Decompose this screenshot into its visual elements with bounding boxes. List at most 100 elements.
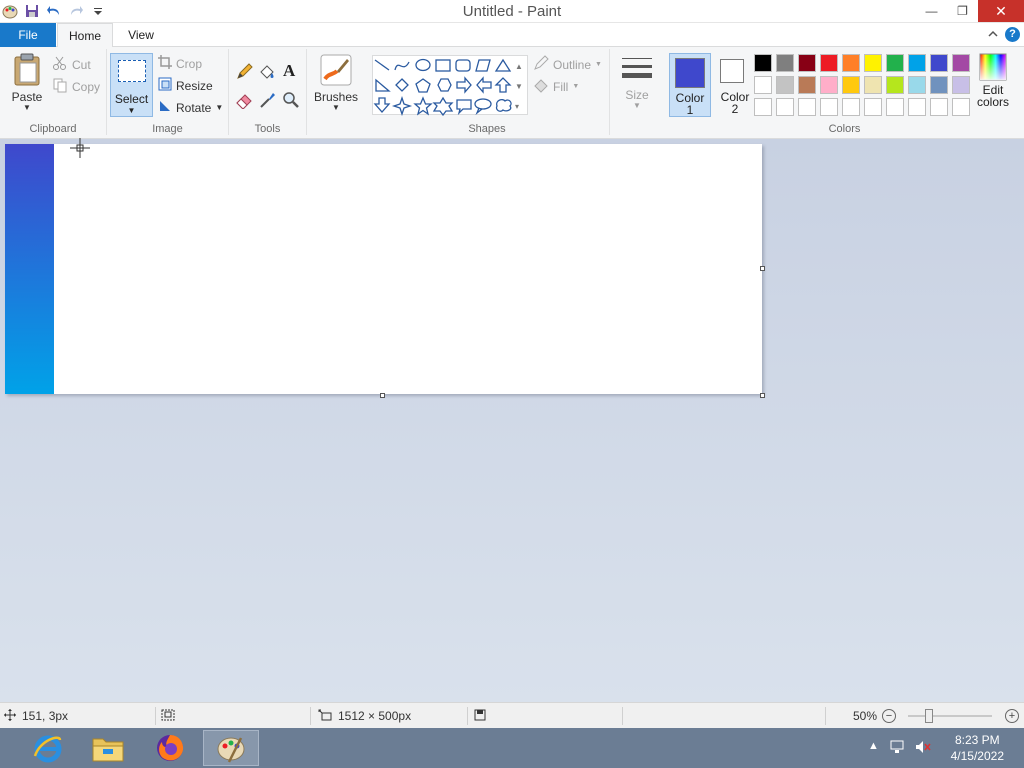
file-explorer-icon[interactable] [80,730,136,766]
resize-handle-corner[interactable] [760,393,765,398]
zoom-in-button[interactable]: + [1005,709,1019,723]
brush-icon [319,53,353,90]
brushes-label: Brushes [313,90,359,104]
tab-view[interactable]: View [114,23,168,47]
crosshair-cursor-icon [70,138,90,161]
taskbar-clock[interactable]: 8:23 PM 4/15/2022 [951,732,1004,764]
line-shape-icon [374,59,390,71]
resize-handle-bottom[interactable] [380,393,385,398]
shapes-scroll-controls[interactable]: ▲ ▼ ▾ [515,57,523,117]
palette-swatch[interactable] [842,54,860,72]
color-picker-icon[interactable] [259,91,277,112]
palette-swatch[interactable] [886,98,904,116]
palette-swatch[interactable] [820,54,838,72]
rectangle-shape-icon [435,59,451,72]
paint-taskbar-icon[interactable] [203,730,259,766]
up-arrow-shape-icon [494,77,512,93]
palette-swatch[interactable] [930,54,948,72]
image-size-text: 1512 × 500px [338,709,412,723]
copy-label: Copy [72,79,101,94]
image-size-icon [318,709,332,724]
eraser-icon[interactable] [235,91,253,112]
palette-swatch[interactable] [908,98,926,116]
close-button[interactable]: ✕ [978,0,1024,22]
palette-swatch[interactable] [886,76,904,94]
drawing-canvas[interactable] [5,144,762,394]
help-icon[interactable]: ? [1005,27,1020,42]
color2-button[interactable]: Color 2 [714,53,756,117]
palette-swatch[interactable] [908,54,926,72]
palette-swatch[interactable] [864,54,882,72]
collapse-ribbon-icon[interactable] [987,28,999,42]
shapes-gallery[interactable] [372,55,528,116]
pencil-icon[interactable] [235,63,253,84]
palette-swatch[interactable] [930,98,948,116]
copy-button[interactable]: Copy [52,77,100,96]
color1-button[interactable]: Color 1 [669,53,711,117]
paste-button[interactable]: Paste ▼ [6,53,48,112]
tools-group-label: Tools [254,123,281,135]
canvas-workspace[interactable] [0,138,1024,702]
palette-swatch[interactable] [798,54,816,72]
show-hidden-icons-icon[interactable]: ▲ [868,740,879,757]
volume-muted-icon[interactable] [915,740,931,757]
tools-group: A Tools [229,49,307,135]
paste-dropdown-icon[interactable]: ▼ [6,104,48,112]
rotate-icon [158,99,172,116]
zoom-slider-thumb[interactable] [925,709,933,723]
palette-swatch[interactable] [798,76,816,94]
crop-button[interactable]: Crop [158,55,202,72]
firefox-icon[interactable] [142,730,198,766]
status-bar: 151, 3px 1512 × 500px 50% − + [0,702,1024,728]
text-tool-icon[interactable]: A [283,61,295,81]
palette-swatch[interactable] [820,76,838,94]
palette-swatch[interactable] [842,76,860,94]
tab-file[interactable]: File [0,23,56,47]
palette-swatch[interactable] [820,98,838,116]
palette-swatch[interactable] [776,76,794,94]
palette-swatch[interactable] [864,98,882,116]
window-title: Untitled - Paint [462,3,562,20]
palette-swatch[interactable] [754,76,772,94]
network-icon[interactable] [889,740,905,757]
palette-swatch[interactable] [842,98,860,116]
zoom-slider-track[interactable] [908,715,992,717]
magnifier-icon[interactable] [282,91,300,112]
palette-swatch[interactable] [908,76,926,94]
cut-button[interactable]: Cut [52,55,91,74]
palette-swatch[interactable] [952,98,970,116]
palette-swatch[interactable] [754,54,772,72]
palette-swatch[interactable] [798,98,816,116]
left-arrow-shape-icon [476,76,492,94]
palette-swatch[interactable] [776,54,794,72]
minimize-button[interactable]: — [916,0,947,22]
outline-button[interactable]: Outline ▼ [533,55,602,74]
maximize-button[interactable]: ❐ [947,0,978,22]
edit-colors-button[interactable]: Edit colors [975,53,1011,117]
zoom-out-button[interactable]: − [882,709,896,723]
taskbar: ▲ 8:23 PM 4/15/2022 [0,728,1024,768]
palette-swatch[interactable] [864,76,882,94]
brushes-button[interactable]: Brushes ▼ [313,53,359,112]
gradient-strip [5,144,54,394]
palette-swatch[interactable] [776,98,794,116]
rotate-button[interactable]: Rotate ▼ [158,99,223,116]
palette-swatch[interactable] [754,98,772,116]
fill-button[interactable]: Fill ▼ [533,77,579,96]
file-size [474,703,486,729]
resize-handle-right[interactable] [760,266,765,271]
palette-swatch[interactable] [952,76,970,94]
ribbon: Paste ▼ Cut Copy Clipboard Select ▼ Crop… [0,47,1024,139]
palette-swatch[interactable] [952,54,970,72]
size-button[interactable]: Size ▼ [618,55,656,110]
size-dropdown-icon: ▼ [633,101,641,110]
select-button[interactable]: Select ▼ [110,53,153,117]
internet-explorer-icon[interactable] [20,730,76,766]
resize-button[interactable]: Resize [158,77,213,94]
tab-home[interactable]: Home [57,23,113,48]
palette-swatch[interactable] [930,76,948,94]
palette-swatch[interactable] [886,54,904,72]
fill-bucket-icon[interactable] [258,63,276,84]
selection-size [161,703,175,729]
cursor-position: 151, 3px [4,703,68,729]
